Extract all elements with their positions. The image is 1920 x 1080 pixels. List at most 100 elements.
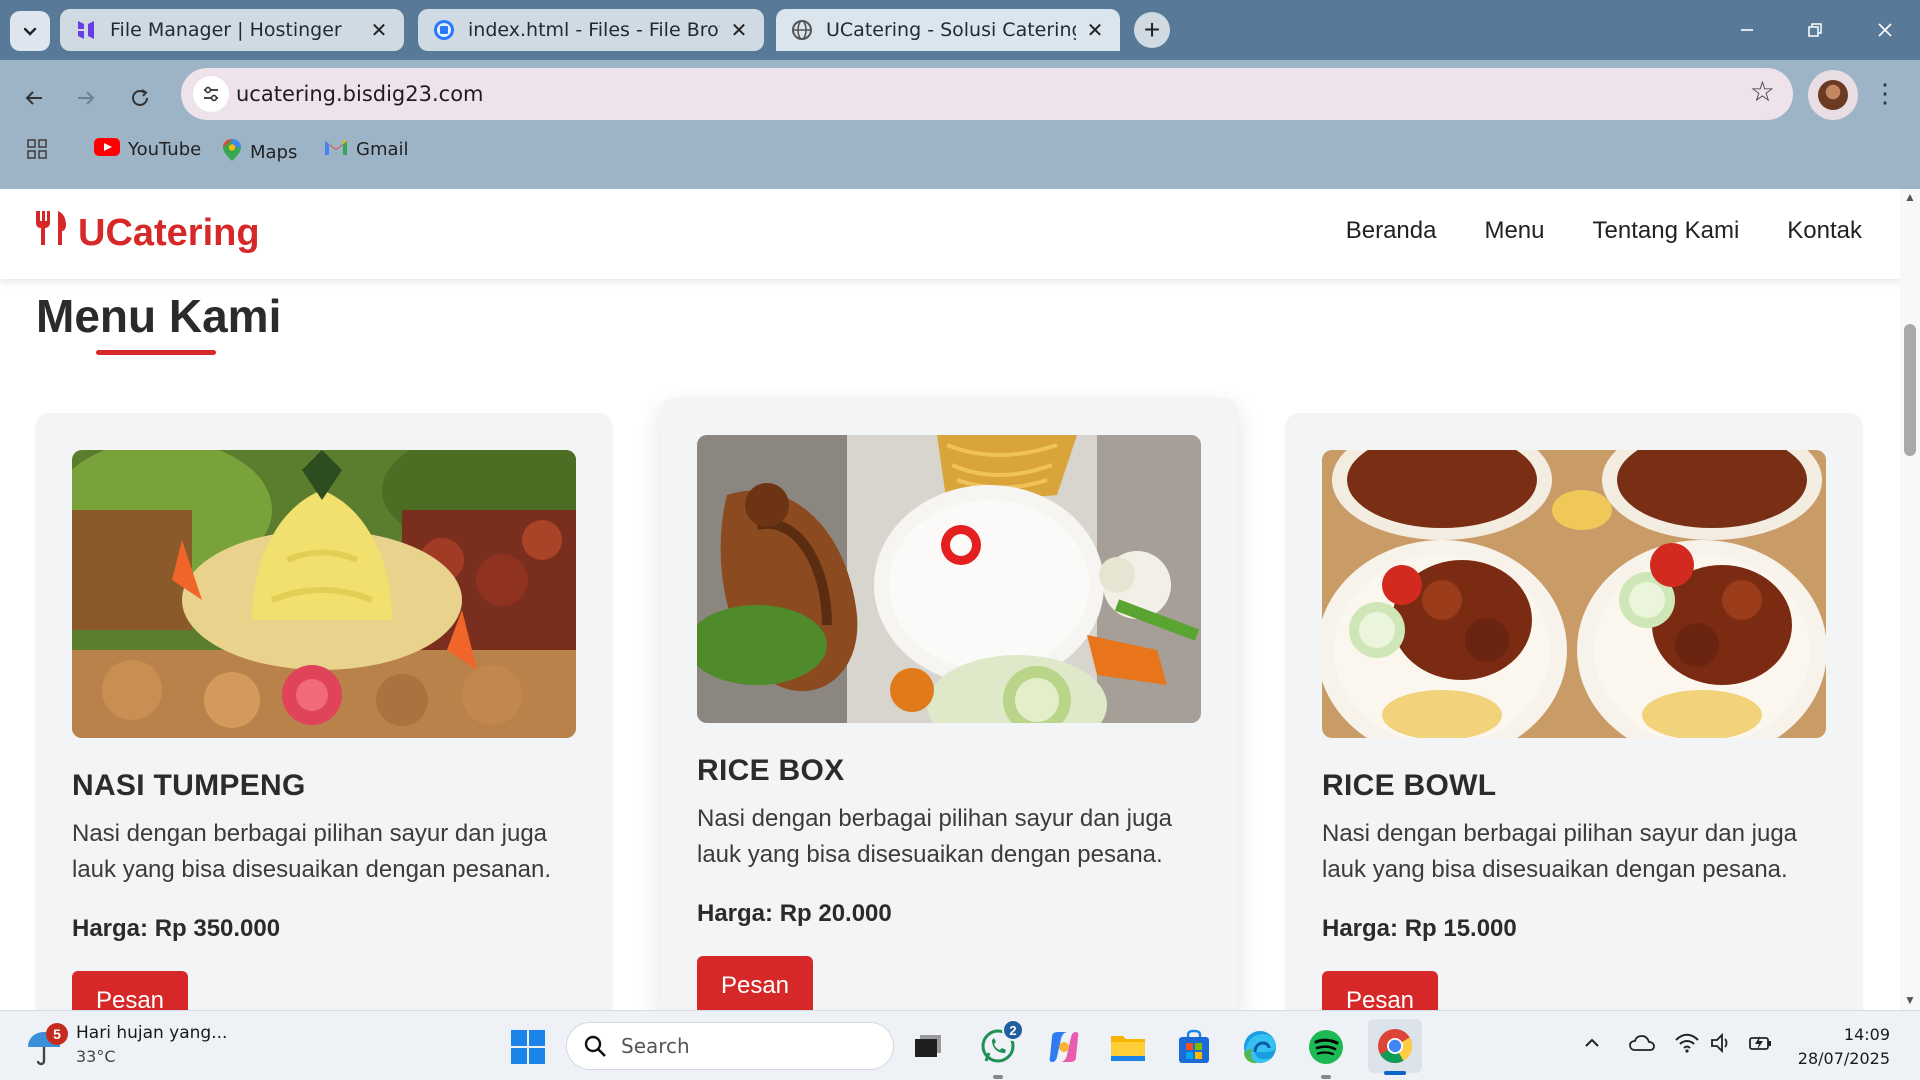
minimize-button[interactable] [1720,8,1774,52]
brand-name: UCatering [78,211,260,254]
avatar-image [1818,80,1848,110]
taskbar-clock[interactable]: 14:09 28/07/2025 [1794,1023,1890,1071]
url-text[interactable]: ucatering.bisdig23.com [236,82,484,106]
bookmarks-bar: YouTube Maps Gmail [0,132,1920,172]
clock-date: 28/07/2025 [1797,1049,1890,1068]
whatsapp-badge: 2 [1002,1019,1024,1041]
back-button[interactable] [14,78,54,118]
site-logo[interactable]: UCatering [34,209,260,257]
edge-icon [1244,1031,1276,1064]
bookmark-maps[interactable]: Maps [222,138,297,167]
page-scrollbar[interactable] [1900,189,1920,1010]
start-button[interactable] [506,1025,550,1069]
copilot-taskbar-button[interactable] [1042,1025,1086,1069]
wifi-icon[interactable] [1674,1033,1700,1059]
folder-icon [1111,1036,1145,1061]
nav-link-menu[interactable]: Menu [1484,217,1544,245]
weather-badge: 5 [46,1023,68,1045]
browser-menu-icon[interactable]: ⋮ [1872,78,1898,109]
menu-card-nasi-tumpeng: NASI TUMPENG Nasi dengan berbagai piliha… [35,413,613,1010]
search-placeholder: Search [621,1034,690,1058]
task-view-button[interactable] [906,1025,950,1069]
title-underline [96,350,216,355]
menu-item-price: Harga: Rp 15.000 [1322,915,1517,942]
gmail-icon [324,138,348,161]
show-hidden-icons-chevron-up-icon[interactable] [1582,1033,1602,1059]
weather-widget[interactable]: 5 Hari hujan yang... 33°C [26,1023,227,1067]
menu-card-rice-bowl: RICE BOWL Nasi dengan berbagai pilihan s… [1285,413,1863,1010]
file-browser-icon [432,18,456,42]
site-header: UCatering Beranda Menu Tentang Kami Kont… [0,189,1900,279]
rice-box-photo [697,435,1201,723]
reload-button[interactable] [120,78,160,118]
spotify-taskbar-button[interactable] [1304,1025,1348,1079]
order-button[interactable]: Pesan [72,971,188,1010]
tab-file-browser[interactable]: index.html - Files - File Browser ✕ [418,9,764,51]
nav-link-tentang-kami[interactable]: Tentang Kami [1593,217,1740,245]
menu-item-description: Nasi dengan berbagai pilihan sayur dan j… [697,805,1173,868]
volume-icon[interactable] [1710,1032,1734,1059]
order-button[interactable]: Pesan [697,956,813,1010]
hostinger-icon [74,18,98,42]
apps-button[interactable] [26,138,48,160]
scrollbar-thumb[interactable] [1904,324,1916,456]
edge-taskbar-button[interactable] [1238,1025,1282,1069]
nasi-tumpeng-photo [72,450,576,738]
weather-text: Hari hujan yang... [76,1023,228,1043]
tune-icon [204,86,218,102]
close-icon[interactable]: ✕ [728,18,750,42]
menu-item-description: Nasi dengan berbagai pilihan sayur dan j… [72,820,552,883]
address-bar[interactable]: ucatering.bisdig23.com ☆ [181,68,1793,120]
close-icon[interactable]: ✕ [1084,18,1106,42]
taskbar-search[interactable]: Search [566,1022,894,1070]
copilot-icon [1049,1032,1079,1062]
tab-search-button[interactable] [10,11,50,51]
chevron-down-icon [23,27,37,36]
running-indicator [1321,1075,1331,1079]
nav-link-kontak[interactable]: Kontak [1787,217,1862,245]
site-info-button[interactable] [193,76,229,112]
search-icon [584,1035,606,1057]
file-explorer-taskbar-button[interactable] [1106,1025,1150,1069]
section-title: Menu Kami [36,290,282,342]
fork-knife-icon [34,209,68,257]
site-nav-links: Beranda Menu Tentang Kami Kontak [1298,217,1862,245]
new-tab-button[interactable]: + [1134,12,1170,48]
restore-button[interactable] [1788,8,1842,52]
browser-tab-bar: File Manager | Hostinger ✕ index.html - … [0,0,1920,60]
ms-store-taskbar-button[interactable] [1172,1025,1216,1069]
scroll-up-arrow-icon[interactable]: ▲ [1900,189,1920,205]
whatsapp-taskbar-button[interactable]: 2 [976,1019,1024,1079]
store-icon [1179,1029,1209,1063]
arrow-right-icon [78,91,95,105]
tab-title: File Manager | Hostinger [110,19,342,41]
weather-temperature: 33°C [76,1047,116,1066]
menu-item-name: NASI TUMPENG [72,769,306,802]
browser-toolbar: ucatering.bisdig23.com ☆ ⋮ YouTube Maps … [0,60,1920,189]
bookmark-gmail[interactable]: Gmail [324,138,409,161]
forward-button[interactable] [66,78,106,118]
chrome-taskbar-button[interactable] [1368,1019,1422,1075]
onedrive-cloud-icon[interactable] [1628,1033,1656,1059]
close-icon[interactable]: ✕ [368,18,390,42]
task-view-icon [915,1035,941,1057]
order-button[interactable]: Pesan [1322,971,1438,1010]
scroll-down-arrow-icon[interactable]: ▼ [1900,992,1920,1008]
windows-taskbar: 5 Hari hujan yang... 33°C Search 2 14:09… [0,1010,1920,1080]
tab-title: UCatering - Solusi Catering Berku [826,19,1076,41]
spotify-icon [1309,1030,1343,1064]
bookmark-star-icon[interactable]: ☆ [1750,78,1775,106]
tab-ucatering[interactable]: UCatering - Solusi Catering Berku ✕ [776,9,1120,51]
bookmark-label: Gmail [356,139,409,160]
youtube-icon [94,138,120,161]
nav-link-beranda[interactable]: Beranda [1346,217,1437,245]
bookmark-label: Maps [250,142,298,163]
chrome-icon [1378,1029,1412,1063]
battery-charging-icon[interactable] [1748,1033,1774,1059]
tab-file-manager[interactable]: File Manager | Hostinger ✕ [60,9,404,51]
maps-pin-icon [222,138,242,167]
close-window-button[interactable] [1858,8,1912,52]
running-indicator-active [1384,1071,1406,1075]
bookmark-youtube[interactable]: YouTube [94,138,201,161]
profile-avatar[interactable] [1808,70,1858,120]
